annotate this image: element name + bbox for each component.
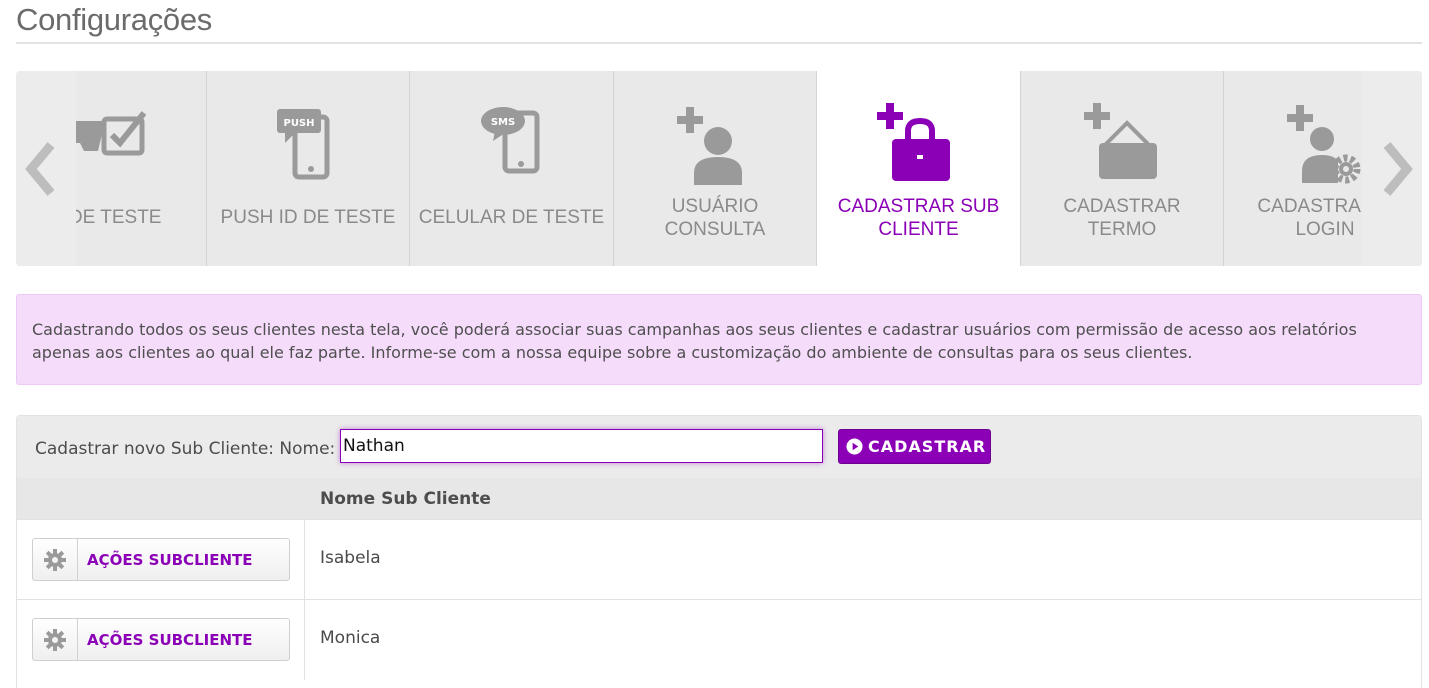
cell-divider xyxy=(304,520,305,600)
gear-icon xyxy=(44,548,66,571)
acoes-subcliente-button[interactable]: AÇÕES SUBCLIENTE xyxy=(32,618,290,661)
info-message: Cadastrando todos os seus clientes nesta… xyxy=(16,294,1422,385)
svg-text:SMS: SMS xyxy=(490,117,514,128)
tile-label-line2: TERMO xyxy=(1087,219,1157,240)
tile-celular-teste[interactable]: SMS CELULAR DE TESTE xyxy=(410,71,614,266)
cell-divider xyxy=(304,600,305,680)
tile-usuario-consulta[interactable]: USUÁRIO CONSULTA xyxy=(614,71,817,266)
sms-phone-icon: SMS xyxy=(480,107,539,174)
tile-label-line2: CLIENTE xyxy=(878,219,959,240)
add-user-icon xyxy=(677,107,742,185)
gear-icon-box xyxy=(33,539,78,580)
add-user-gear-icon xyxy=(1287,105,1361,184)
sub-cliente-name-input[interactable] xyxy=(340,429,823,463)
sub-cliente-panel: Cadastrar novo Sub Cliente: Nome: CADAST… xyxy=(16,415,1422,688)
chevron-left-icon xyxy=(25,141,55,196)
cadastrar-button-label: CADASTRAR xyxy=(868,437,987,456)
table-header: Nome Sub Cliente xyxy=(17,478,1421,519)
email-check-icon xyxy=(76,111,147,156)
acoes-subcliente-label: AÇÕES SUBCLIENTE xyxy=(87,550,253,569)
sub-cliente-name: Monica xyxy=(320,628,381,648)
tile-email-teste[interactable]: IL DE TESTE xyxy=(76,71,207,266)
column-header-nome: Nome Sub Cliente xyxy=(320,489,491,509)
chevron-right-icon xyxy=(1383,141,1413,196)
tile-label: CELULAR DE TESTE xyxy=(418,207,605,228)
push-phone-icon: PUSH xyxy=(277,109,330,180)
add-sign-icon xyxy=(1084,103,1157,179)
new-sub-cliente-form: Cadastrar novo Sub Cliente: Nome: CADAST… xyxy=(17,416,1421,478)
tile-label-line1: CADASTRAR SUB xyxy=(837,196,1000,217)
tile-label-line1: CADASTRAR S xyxy=(1257,196,1362,217)
tile-push-id-teste[interactable]: PUSH PUSH ID DE TESTE xyxy=(207,71,410,266)
carousel-prev-button[interactable] xyxy=(16,71,66,266)
add-briefcase-icon xyxy=(876,103,950,181)
tile-label: PUSH ID DE TESTE xyxy=(220,207,396,228)
carousel-next-button[interactable] xyxy=(1372,71,1422,266)
gear-icon xyxy=(44,628,66,651)
tile-label-line1: USUÁRIO xyxy=(671,196,759,217)
form-label: Cadastrar novo Sub Cliente: Nome: xyxy=(35,439,336,459)
title-divider xyxy=(16,42,1422,44)
table-row: AÇÕES SUBCLIENTE Monica xyxy=(17,599,1421,680)
table-row: AÇÕES SUBCLIENTE Isabela xyxy=(17,519,1421,600)
play-circle-icon xyxy=(846,438,863,455)
carousel-track: IL DE TESTE PUSH PUSH ID DE TESTE SMS CE xyxy=(76,71,1362,266)
acoes-subcliente-label: AÇÕES SUBCLIENTE xyxy=(87,630,253,649)
tile-label-line2: LOGIN xyxy=(1295,219,1355,240)
tile-label-line1: CADASTRAR xyxy=(1063,196,1181,217)
gear-icon-box xyxy=(33,619,78,660)
tile-cadastrar-sub-cliente[interactable]: CADASTRAR SUB CLIENTE xyxy=(817,71,1021,266)
tile-label: IL DE TESTE xyxy=(76,207,162,228)
tile-cadastrar-termo[interactable]: CADASTRAR TERMO xyxy=(1021,71,1224,266)
tile-cadastrar-login[interactable]: CADASTRAR S LOGIN xyxy=(1224,71,1362,266)
acoes-subcliente-button[interactable]: AÇÕES SUBCLIENTE xyxy=(32,538,290,581)
page-title: Configurações xyxy=(16,2,212,37)
tile-label-line2: CONSULTA xyxy=(664,219,766,240)
sub-cliente-name: Isabela xyxy=(320,548,381,568)
settings-carousel: IL DE TESTE PUSH PUSH ID DE TESTE SMS CE xyxy=(16,71,1422,266)
cadastrar-button[interactable]: CADASTRAR xyxy=(838,429,991,464)
svg-text:PUSH: PUSH xyxy=(283,118,314,129)
